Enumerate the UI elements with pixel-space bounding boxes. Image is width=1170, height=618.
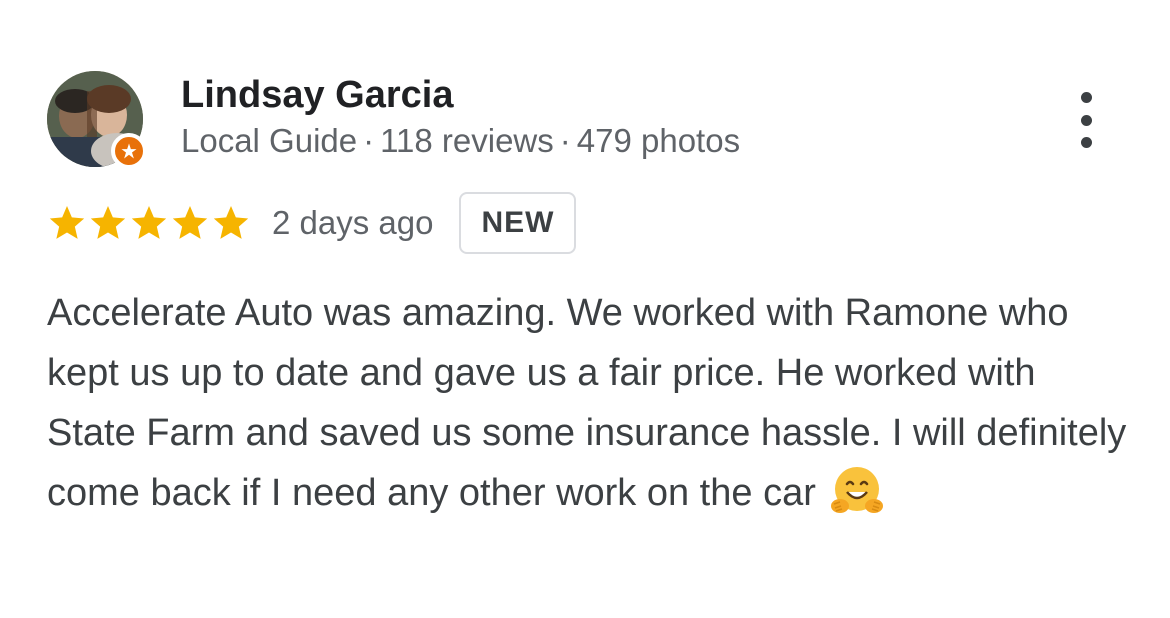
star-icon — [49, 206, 85, 239]
star-icon — [213, 206, 249, 239]
review-date: 2 days ago — [272, 204, 434, 241]
menu-dot — [1080, 92, 1092, 103]
star-icon — [131, 206, 167, 239]
review-text: Accelerate Auto was amazing. We worked w… — [47, 283, 1127, 523]
review-card: Lindsay Garcia Local Guide · 118 reviews · 4… — [0, 0, 1170, 618]
photo-count: 479 photos — [576, 122, 741, 159]
menu-dot — [1080, 137, 1092, 148]
star-rating — [47, 203, 252, 243]
menu-dot — [1080, 114, 1092, 126]
reviewer-meta: Local Guide · 118 reviews · 479 photos — [181, 122, 740, 160]
new-badge: NEW — [459, 192, 577, 254]
star-icon — [172, 206, 208, 239]
star-icon — [90, 206, 126, 239]
review-count: 118 reviews — [380, 122, 554, 159]
avatar[interactable] — [47, 71, 147, 169]
rating-row: 2 days ago NEW — [47, 190, 577, 256]
more-vert-icon[interactable] — [1066, 92, 1106, 148]
review-body: Accelerate Auto was amazing. We worked w… — [47, 292, 1127, 514]
hugging-face-emoji — [830, 464, 884, 518]
local-guide-label: Local Guide — [181, 122, 358, 159]
separator: · — [363, 122, 375, 159]
reviewer-name[interactable]: Lindsay Garcia — [181, 74, 453, 117]
local-guide-star-icon — [111, 133, 147, 169]
separator: · — [559, 122, 571, 159]
